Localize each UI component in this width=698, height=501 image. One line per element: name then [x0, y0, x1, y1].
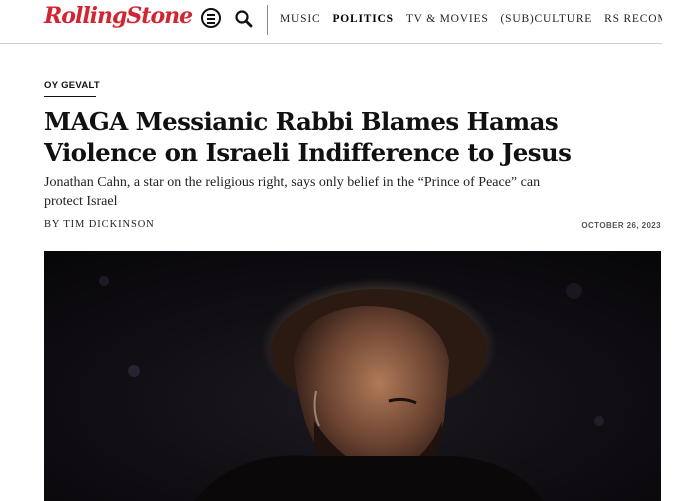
- nav-item-rs-recommends[interactable]: RS RECOMM: [604, 13, 662, 25]
- nav-item-music[interactable]: MUSIC: [280, 13, 320, 25]
- search-icon[interactable]: [233, 8, 255, 30]
- menu-icon[interactable]: [201, 8, 221, 28]
- article-dek: Jonathan Cahn, a star on the religious r…: [44, 175, 541, 209]
- header-divider: [267, 5, 268, 35]
- kicker-underline: [44, 96, 96, 97]
- hero-photo: [44, 251, 661, 501]
- site-header: RollingStone MUSIC POLITICS TV & MOVIES …: [0, 0, 662, 44]
- nav-item-tv-movies[interactable]: TV & MOVIES: [406, 13, 489, 25]
- rolling-stone-logo[interactable]: RollingStone: [44, 3, 193, 29]
- main-nav: MUSIC POLITICS TV & MOVIES (SUB)CULTURE …: [280, 13, 662, 25]
- nav-item-subculture[interactable]: (SUB)CULTURE: [501, 13, 593, 25]
- article-byline[interactable]: BY TIM DICKINSON: [44, 219, 155, 230]
- article-date: OCTOBER 26, 2023: [581, 221, 661, 230]
- article-headline: MAGA Messianic Rabbi Blames Hamas Violen…: [44, 107, 572, 167]
- article-kicker[interactable]: OY GEVALT: [44, 80, 100, 91]
- nav-item-politics[interactable]: POLITICS: [332, 13, 393, 25]
